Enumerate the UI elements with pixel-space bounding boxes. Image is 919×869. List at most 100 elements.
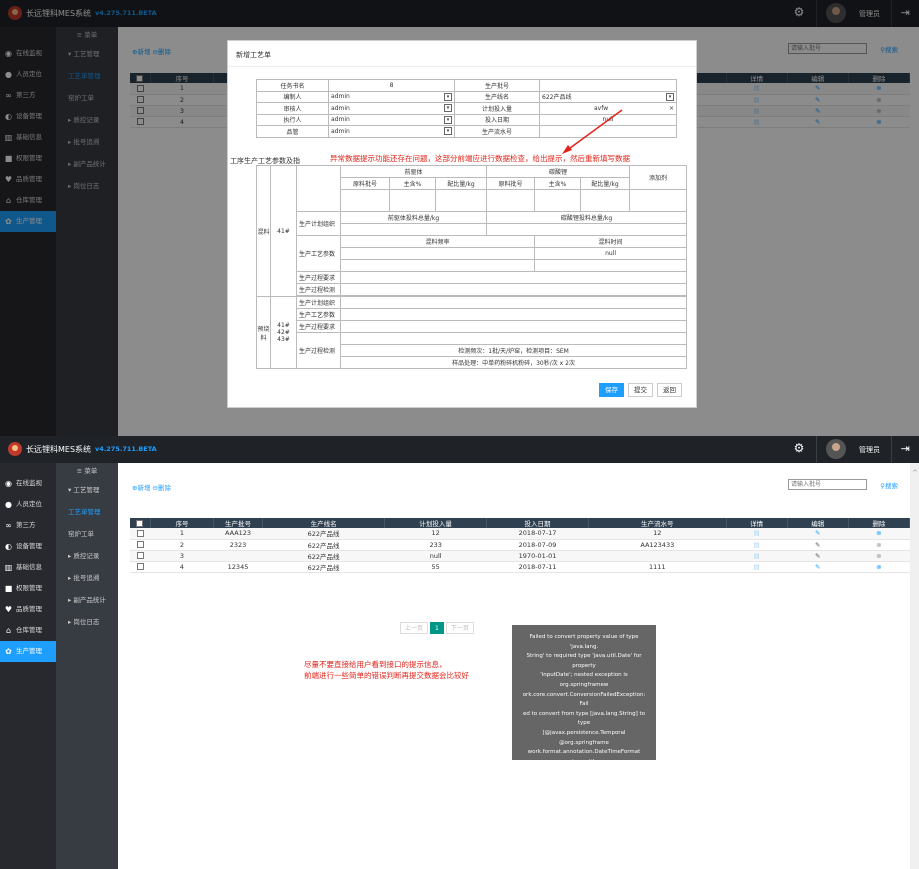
edit-icon[interactable]: ✎	[787, 550, 849, 562]
divider	[891, 436, 892, 463]
detail-icon[interactable]: ▤	[726, 561, 788, 573]
lock-icon: ■	[4, 584, 13, 593]
app-version: v4.275.711.BETA	[95, 445, 157, 453]
menu-header: ≡ 菜单	[76, 467, 98, 475]
reviewer-label: 审核人	[256, 102, 329, 115]
plan-label: 计划投入量	[454, 102, 540, 115]
search-button[interactable]: ⚲搜索	[880, 480, 898, 490]
monitor-icon: ◉	[5, 479, 12, 488]
sidebar-item-device[interactable]: ◐ 设备管理	[0, 536, 56, 557]
top-bar: 长远锂科MES系统 v4.275.711.BETA ⚙ 管理员 ⇥	[0, 436, 919, 463]
chevron-down-icon: ▾	[666, 92, 674, 101]
row-checkbox[interactable]	[136, 552, 144, 559]
editor-select[interactable]: admin ▾	[328, 90, 455, 103]
quality-select[interactable]: admin ▾	[328, 125, 455, 138]
user-name[interactable]: 管理员	[859, 445, 880, 455]
table-row: 1 AAA123 622产品线 12 2018-07-17 12 ▤ ✎ ⊗	[130, 528, 910, 540]
table-header: 生产流水号	[588, 518, 727, 528]
new-process-sheet-modal: 新增工艺单 任务书名 8 生产批号 编制人 admin ▾ 生产线名 622产品线…	[227, 40, 697, 408]
sidebar-item-warehouse[interactable]: ⌂ 仓库管理	[0, 620, 56, 641]
table-row: 4 12345 622产品线 55 2018-07-11 1111 ▤ ✎ ⊗	[130, 561, 910, 573]
table-header: 详情	[726, 518, 788, 528]
sidebar-item-quality[interactable]: ♥ 品质管理	[0, 599, 56, 620]
toolbar: ⊕新增 ⊖删除	[132, 482, 171, 492]
row-checkbox[interactable]	[136, 529, 144, 537]
chevron-down-icon: ▾	[444, 104, 452, 113]
sidebar-item-location[interactable]: ● 人员定位	[0, 494, 56, 515]
quality-icon: ♥	[4, 605, 13, 614]
executor-label: 执行人	[256, 113, 329, 126]
annotation-bottom-2: 前端进行一些简单的错误判断再提交数据会比较好	[304, 671, 469, 680]
delete-icon[interactable]: ⊗	[848, 550, 910, 562]
menu-item-qc-record[interactable]: ▸ 质控记录	[56, 545, 118, 567]
menu-item-process[interactable]: ▾ 工艺管理	[56, 479, 118, 501]
handshake-icon: ∞	[5, 521, 12, 530]
executor-select[interactable]: admin ▾	[328, 113, 455, 126]
delete-button[interactable]: ⊖删除	[153, 484, 171, 492]
menu-item-post-log[interactable]: ▸ 岗位日志	[56, 611, 118, 633]
row-checkbox[interactable]	[136, 563, 144, 570]
sidebar-item-base-info[interactable]: ▥ 基础信息	[0, 557, 56, 578]
annotation-top: 异常数据提示功能还存在问题，这部分前端应进行数据检查，给出提示，然后重新填写数据	[330, 154, 630, 163]
app-title: 长远锂科MES系统	[26, 444, 92, 454]
detail-icon[interactable]: ▤	[726, 539, 788, 551]
chevron-down-icon: ▾	[444, 115, 452, 124]
edit-icon[interactable]: ✎	[787, 539, 849, 551]
edit-icon[interactable]: ✎	[787, 561, 849, 573]
save-button[interactable]: 保存	[599, 383, 624, 397]
sidebar-item-production[interactable]: ✿ 生产管理	[0, 641, 56, 662]
table-header: 生产批号	[213, 518, 263, 528]
detail-icon[interactable]: ▤	[726, 528, 788, 540]
sidebar-item-permission[interactable]: ■ 权限管理	[0, 578, 56, 599]
table-row: 3 622产品线 null 1970-01-01 ▤ ✎ ⊗	[130, 550, 910, 562]
production-icon: ✿	[5, 647, 12, 656]
gear-icon[interactable]: ⚙	[792, 441, 806, 455]
line-select[interactable]: 622产品线 ▾	[539, 90, 677, 103]
task-input[interactable]: 8	[328, 79, 455, 92]
menu-item-kiln-order[interactable]: 窑炉工单	[56, 523, 118, 545]
device-icon: ◐	[5, 542, 12, 551]
sidebar-item-third-party[interactable]: ∞ 第三方	[0, 515, 56, 536]
add-button[interactable]: ⊕新增	[132, 484, 150, 492]
avatar[interactable]	[826, 439, 846, 459]
annotation-arrow	[562, 109, 623, 154]
search-input[interactable]	[788, 479, 867, 490]
delete-icon[interactable]: ⊗	[848, 561, 910, 573]
table-header: 计划投入量	[384, 518, 488, 528]
sidebar-item-monitor[interactable]: ◉ 在线监视	[0, 473, 56, 494]
secondary-sidebar: ≡ 菜单 ▾ 工艺管理 工艺单管理 窑炉工单 ▸ 质控记录 ▸ 批号追溯 ▸ 副…	[56, 463, 118, 869]
reviewer-select[interactable]: admin ▾	[328, 102, 455, 115]
delete-icon[interactable]: ⊗	[848, 539, 910, 551]
furnace-41: 41#	[270, 165, 297, 297]
submit-button[interactable]: 提交	[628, 383, 653, 397]
data-table: 序号 生产批号 生产线名 计划投入量 投入日期 生产流水号 详情 编辑 删除 1…	[130, 518, 911, 573]
annotation-bottom-1: 尽量不要直接给用户看到接口的提示信息，	[304, 660, 447, 669]
table-header: 序号	[150, 518, 215, 528]
error-toast: Failed to convert property value of type…	[512, 625, 656, 813]
scrollbar[interactable]	[910, 463, 919, 869]
modal-title: 新增工艺单	[228, 41, 696, 67]
params-table: 混料 41# 前驱体 碳酸锂 添加剂 原料批号 主含% 配比量/kg 原料批号 …	[256, 165, 688, 369]
menu-item-byproduct[interactable]: ▸ 副产品统计	[56, 589, 118, 611]
detail-icon[interactable]: ▤	[726, 550, 788, 562]
prev-page-button[interactable]: 上一页	[400, 622, 429, 634]
delete-icon[interactable]: ⊗	[848, 528, 910, 540]
screen-with-modal: 长远锂科MES系统 v4.275.711.BETA ⚙ 管理员 ⇥ ◉ 在线监视 …	[0, 0, 919, 436]
modal-buttons: 保存 提交 返回	[599, 383, 682, 397]
menu-item-process-sheet[interactable]: 工艺单管理	[56, 501, 118, 523]
back-button[interactable]: 返回	[657, 383, 682, 397]
mix-label: 混料	[256, 165, 271, 297]
clear-icon[interactable]: ×	[669, 105, 674, 112]
table-header: 删除	[848, 518, 911, 528]
edit-icon[interactable]: ✎	[787, 528, 849, 540]
batch-input[interactable]	[539, 79, 677, 92]
screen-with-error: 长远锂科MES系统 v4.275.711.BETA ⚙ 管理员 ⇥ ◉ 在线监视 …	[0, 436, 919, 869]
task-label: 任务书名	[256, 79, 329, 92]
menu-item-batch-trace[interactable]: ▸ 批号追溯	[56, 567, 118, 589]
logout-icon[interactable]: ⇥	[901, 442, 910, 455]
next-page-button[interactable]: 下一页	[445, 622, 474, 634]
editor-label: 编制人	[256, 90, 329, 103]
page-1-button[interactable]: 1	[430, 622, 444, 634]
header-checkbox[interactable]	[130, 518, 151, 528]
row-checkbox[interactable]	[136, 541, 144, 548]
